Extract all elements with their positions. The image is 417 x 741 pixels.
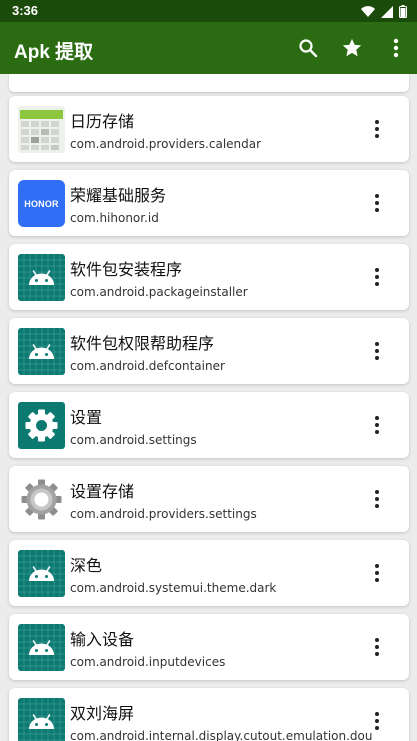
settings-gear-icon — [18, 402, 65, 449]
list-item[interactable]: 深色 com.android.systemui.theme.dark — [9, 540, 409, 606]
status-icons — [361, 5, 407, 18]
app-package: com.android.inputdevices — [70, 655, 226, 669]
app-package: com.android.settings — [70, 433, 197, 447]
list-item[interactable]: 软件包安装程序 com.android.packageinstaller — [9, 244, 409, 310]
android-icon — [18, 550, 65, 597]
app-label: 输入设备 — [70, 630, 135, 649]
list-item[interactable]: 输入设备 com.android.inputdevices — [9, 614, 409, 680]
star-icon — [342, 38, 362, 57]
android-icon — [18, 624, 65, 671]
list-item[interactable]: 双刘海屏 com.android.internal.display.cutout… — [9, 688, 409, 741]
android-icon — [18, 698, 65, 741]
app-actions — [295, 35, 409, 61]
android-icon — [18, 254, 65, 301]
signal-icon — [381, 5, 393, 18]
search-button[interactable] — [295, 35, 321, 61]
app-label: 设置存储 — [70, 482, 135, 501]
app-list[interactable]: 日历存储 com.android.providers.calendar HONO… — [0, 74, 417, 741]
app-package: com.android.providers.settings — [70, 507, 257, 521]
app-title: Apk 提取 — [14, 42, 94, 63]
calendar-storage-icon — [18, 106, 65, 153]
more-options-button[interactable] — [367, 709, 387, 733]
more-options-button[interactable] — [367, 339, 387, 363]
wifi-icon — [361, 5, 375, 17]
app-label: 软件包安装程序 — [70, 260, 183, 279]
search-icon — [299, 39, 318, 58]
list-item[interactable]: HONOR 荣耀基础服务 com.hihonor.id — [9, 170, 409, 236]
list-item[interactable]: 日历存储 com.android.providers.calendar — [9, 96, 409, 162]
app-label: 深色 — [70, 556, 103, 575]
more-options-button[interactable] — [367, 191, 387, 215]
app-package: com.hihonor.id — [70, 211, 159, 225]
app-label: 日历存储 — [70, 112, 135, 131]
list-item[interactable]: 设置存储 com.android.providers.settings — [9, 466, 409, 532]
app-package: com.android.packageinstaller — [70, 285, 248, 299]
status-bar: 3:36 — [0, 0, 417, 22]
more-vert-icon — [393, 38, 399, 58]
status-time: 3:36 — [12, 3, 39, 18]
app-label: 双刘海屏 — [70, 704, 135, 723]
favorite-button[interactable] — [339, 35, 365, 61]
more-options-button[interactable] — [367, 561, 387, 585]
list-item-partial[interactable] — [9, 74, 409, 92]
more-options-button[interactable] — [367, 413, 387, 437]
more-options-button[interactable] — [367, 635, 387, 659]
honor-logo-text: HONOR — [24, 198, 59, 209]
android-icon — [18, 328, 65, 375]
more-options-button[interactable] — [367, 265, 387, 289]
app-label: 软件包权限帮助程序 — [70, 334, 215, 353]
battery-icon — [399, 5, 407, 18]
more-options-button[interactable] — [367, 487, 387, 511]
more-options-button[interactable] — [367, 117, 387, 141]
gray-gear-icon — [18, 476, 65, 523]
app-bar: Apk 提取 — [0, 22, 417, 74]
list-item[interactable]: 设置 com.android.settings — [9, 392, 409, 458]
app-package: com.android.internal.display.cutout.emul… — [70, 729, 373, 741]
app-label: 荣耀基础服务 — [70, 186, 167, 205]
overflow-menu-button[interactable] — [383, 35, 409, 61]
honor-logo-icon: HONOR — [18, 180, 65, 227]
list-item[interactable]: 软件包权限帮助程序 com.android.defcontainer — [9, 318, 409, 384]
app-label: 设置 — [70, 408, 103, 427]
app-package: com.android.defcontainer — [70, 359, 225, 373]
app-package: com.android.systemui.theme.dark — [70, 581, 277, 595]
app-package: com.android.providers.calendar — [70, 137, 262, 151]
